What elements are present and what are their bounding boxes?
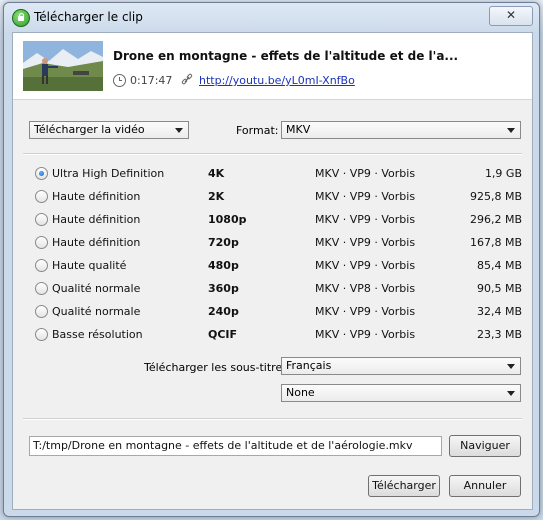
format-select[interactable]: MKV <box>281 121 521 139</box>
clip-url-link[interactable]: http://youtu.be/yL0mI-XnfBo <box>199 74 355 87</box>
quality-row[interactable]: Qualité normale 240p MKV · VP9 · Vorbis 32,… <box>13 303 532 321</box>
quality-resolution: 1080p <box>208 213 247 226</box>
subtitle-language-value: Français <box>286 359 332 372</box>
quality-row[interactable]: Basse résolution QCIF MKV · VP9 · Vorbis 23… <box>13 326 532 344</box>
download-type-value: Télécharger la vidéo <box>34 123 145 136</box>
subtitle-language-select[interactable]: Français <box>281 357 521 375</box>
dialog-body: Drone en montagne - effets de l'altitude… <box>12 32 533 510</box>
quality-codec: MKV · VP9 · Vorbis <box>315 328 416 341</box>
clip-header: Drone en montagne - effets de l'altitude… <box>13 33 532 100</box>
quality-size: 167,8 MB <box>469 236 522 249</box>
divider <box>23 418 522 420</box>
output-path-input[interactable]: T:/tmp/Drone en montagne - effets de l'a… <box>29 436 442 456</box>
quality-codec: MKV · VP9 · Vorbis <box>315 167 416 180</box>
quality-resolution: 2K <box>208 190 225 203</box>
quality-row[interactable]: Haute définition 720p MKV · VP9 · Vorbis 16… <box>13 234 532 252</box>
quality-codec: MKV · VP9 · Vorbis <box>315 305 416 318</box>
title-bar: Télécharger le clip ✕ <box>4 3 539 33</box>
quality-name: Haute qualité <box>52 259 127 272</box>
quality-size: 23,3 MB <box>476 328 522 341</box>
quality-resolution: 720p <box>208 236 239 249</box>
cancel-button[interactable]: Annuler <box>449 475 521 497</box>
chevron-down-icon <box>175 128 183 133</box>
quality-row[interactable]: Haute qualité 480p MKV · VP9 · Vorbis 85,4 … <box>13 257 532 275</box>
subtitle-secondary-select[interactable]: None <box>281 384 521 402</box>
quality-resolution: QCIF <box>208 328 238 341</box>
quality-row[interactable]: Haute définition 2K MKV · VP9 · Vorbis 925,… <box>13 188 532 206</box>
divider <box>23 153 522 155</box>
quality-name: Basse résolution <box>52 328 143 341</box>
quality-resolution: 480p <box>208 259 239 272</box>
quality-name: Qualité normale <box>52 282 141 295</box>
browse-button[interactable]: Naviguer <box>449 435 521 457</box>
quality-codec: MKV · VP8 · Vorbis <box>315 282 416 295</box>
subtitle-secondary-value: None <box>286 386 315 399</box>
quality-radio[interactable] <box>35 190 48 203</box>
quality-radio[interactable] <box>35 305 48 318</box>
quality-size: 90,5 MB <box>476 282 522 295</box>
quality-radio[interactable] <box>35 167 48 180</box>
chevron-down-icon <box>507 128 515 133</box>
quality-radio[interactable] <box>35 259 48 272</box>
quality-radio[interactable] <box>35 328 48 341</box>
clip-thumbnail <box>23 41 103 91</box>
quality-name: Ultra High Definition <box>52 167 165 180</box>
link-icon <box>181 73 193 85</box>
quality-row[interactable]: Ultra High Definition 4K MKV · VP9 · Vorbi… <box>13 165 532 183</box>
window-title: Télécharger le clip <box>34 10 143 24</box>
quality-size: 925,8 MB <box>469 190 522 203</box>
download-button[interactable]: Télécharger <box>368 475 440 497</box>
quality-row[interactable]: Qualité normale 360p MKV · VP8 · Vorbis 90,… <box>13 280 532 298</box>
quality-name: Haute définition <box>52 190 141 203</box>
quality-resolution: 4K <box>208 167 225 180</box>
quality-size: 1,9 GB <box>484 167 522 180</box>
format-label: Format: <box>236 124 279 137</box>
quality-codec: MKV · VP9 · Vorbis <box>315 213 416 226</box>
quality-resolution: 360p <box>208 282 239 295</box>
quality-row[interactable]: Haute définition 1080p MKV · VP9 · Vorbis 2… <box>13 211 532 229</box>
subtitles-label: Télécharger les sous-titres: <box>144 361 292 374</box>
quality-resolution: 240p <box>208 305 239 318</box>
quality-size: 296,2 MB <box>469 213 522 226</box>
format-value: MKV <box>286 123 311 136</box>
chevron-down-icon <box>507 364 515 369</box>
quality-codec: MKV · VP9 · Vorbis <box>315 190 416 203</box>
quality-radio[interactable] <box>35 236 48 249</box>
quality-size: 32,4 MB <box>476 305 522 318</box>
clock-icon <box>113 74 126 87</box>
close-button[interactable]: ✕ <box>489 6 533 26</box>
chevron-down-icon <box>507 391 515 396</box>
clip-title: Drone en montagne - effets de l'altitude… <box>113 49 459 63</box>
quality-name: Qualité normale <box>52 305 141 318</box>
quality-name: Haute définition <box>52 213 141 226</box>
quality-radio[interactable] <box>35 213 48 226</box>
download-dialog: Télécharger le clip ✕ Drone en montagne … <box>3 2 540 517</box>
clip-duration: 0:17:47 <box>130 74 173 87</box>
quality-name: Haute définition <box>52 236 141 249</box>
quality-codec: MKV · VP9 · Vorbis <box>315 236 416 249</box>
quality-radio[interactable] <box>35 282 48 295</box>
quality-codec: MKV · VP9 · Vorbis <box>315 259 416 272</box>
app-lock-icon <box>12 9 30 27</box>
download-type-select[interactable]: Télécharger la vidéo <box>29 121 189 139</box>
quality-size: 85,4 MB <box>476 259 522 272</box>
